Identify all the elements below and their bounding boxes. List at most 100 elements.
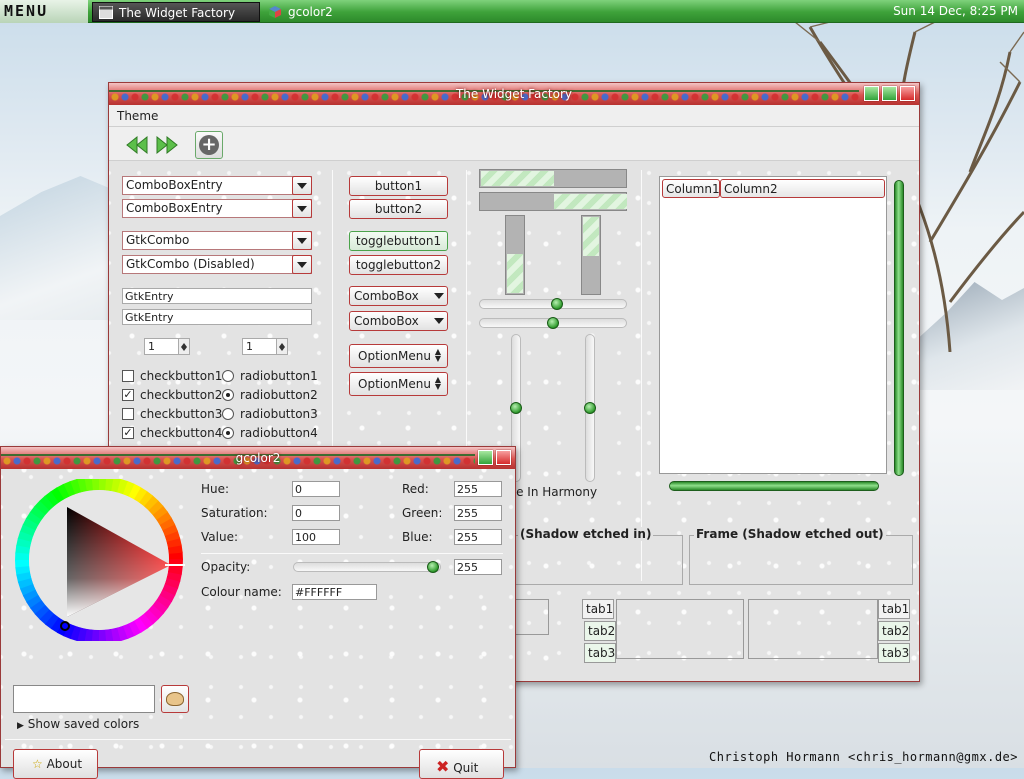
comboboxentry-2[interactable]: ComboBoxEntry (122, 199, 312, 218)
optionmenu-1[interactable]: OptionMenu ▲ ▼ (349, 344, 448, 368)
close-button[interactable] (900, 86, 915, 101)
minimize-button[interactable] (478, 450, 493, 465)
chevron-down-icon[interactable] (292, 176, 312, 195)
togglebutton2[interactable]: togglebutton2 (349, 255, 448, 275)
vscale-2[interactable] (584, 334, 596, 482)
check-label: checkbutton3 (140, 407, 223, 421)
close-button[interactable] (496, 450, 511, 465)
notebook-3-tab1[interactable]: tab1 (878, 599, 910, 619)
add-button[interactable]: + (195, 131, 223, 159)
checkbutton-3[interactable]: checkbutton3 (122, 407, 222, 423)
opacity-slider[interactable] (293, 561, 441, 573)
slider-knob[interactable] (584, 402, 596, 414)
notebook-3-tab2[interactable]: tab2 (878, 621, 910, 641)
column-header-1[interactable]: Column1 (662, 179, 720, 198)
quit-button[interactable]: ✖ Quit (419, 749, 504, 779)
notebook-2-tab1[interactable]: tab1 (582, 599, 614, 619)
notebook-2-tab3[interactable]: tab3 (584, 643, 616, 663)
blue-spin[interactable]: 255 (454, 529, 502, 545)
togglebutton1[interactable]: togglebutton1 (349, 231, 448, 251)
column-header-2[interactable]: Column2 (720, 179, 885, 198)
hue-segment[interactable] (98, 479, 107, 491)
button1[interactable]: button1 (349, 176, 448, 196)
radiobutton-1[interactable]: radiobutton1 (222, 369, 318, 385)
back-icon[interactable] (125, 135, 149, 155)
hue-value: 0 (295, 483, 302, 496)
widget-factory-titlebar[interactable]: The Widget Factory (109, 83, 919, 105)
panel-menu-button[interactable]: MENU (0, 0, 88, 23)
combobox-text: ComboBox (354, 314, 419, 328)
green-spin[interactable]: 255 (454, 505, 502, 521)
saturation-label: Saturation: (201, 506, 268, 520)
checkbutton-4[interactable]: ✓ checkbutton4 (122, 426, 222, 442)
taskbar-item-gcolor2[interactable]: gcolor2 (262, 2, 430, 22)
gcolor2-window: gcolor2 Hue: 0 Saturation: 0 Value: 100 … (0, 446, 516, 779)
checkbutton-2[interactable]: ✓ checkbutton2 (122, 388, 222, 404)
frame-shadow-etched-out: Frame (Shadow etched out) (689, 527, 913, 585)
horizontal-scrollbar[interactable] (669, 481, 879, 491)
frame-label: Frame (Shadow etched out) (694, 527, 886, 541)
color-wheel[interactable] (13, 479, 185, 641)
gcolor2-titlebar[interactable]: gcolor2 (1, 447, 515, 469)
radiobutton-4[interactable]: radiobutton4 (222, 426, 318, 442)
chevron-down-icon[interactable] (292, 199, 312, 218)
gtkcombo-disabled[interactable]: GtkCombo (Disabled) (122, 255, 312, 274)
green-value: 255 (457, 507, 478, 520)
hscale-2[interactable] (479, 317, 627, 329)
show-saved-colors-expander[interactable]: ▶ Show saved colors (17, 717, 139, 731)
forward-icon[interactable] (155, 135, 179, 155)
slider-knob[interactable] (551, 298, 564, 310)
hue-segment[interactable] (91, 629, 100, 641)
slider-knob[interactable] (547, 317, 559, 329)
gtkentry-2[interactable]: GtkEntry (122, 309, 312, 325)
saturation-spin[interactable]: 0 (292, 505, 340, 521)
red-value: 255 (457, 483, 478, 496)
panel-clock[interactable]: Sun 14 Dec, 8:25 PM (893, 4, 1018, 18)
radiobutton-3[interactable]: radiobutton3 (222, 407, 318, 423)
optionmenu-2[interactable]: OptionMenu ▲ ▼ (349, 372, 448, 396)
red-spin[interactable]: 255 (454, 481, 502, 497)
combobox-1[interactable]: ComboBox (349, 286, 448, 306)
notebook-3-tab3[interactable]: tab3 (878, 643, 910, 663)
combo-text: ComboBoxEntry (126, 201, 223, 215)
progressbar-vertical-2 (581, 215, 601, 295)
taskbar-item-widget-factory[interactable]: The Widget Factory (92, 2, 260, 22)
gtkcombo[interactable]: GtkCombo (122, 231, 312, 250)
treeview[interactable]: Column1 Column2 (659, 176, 887, 474)
notebook-2-tab2[interactable]: tab2 (584, 621, 616, 641)
hue-segment[interactable] (168, 559, 183, 568)
radio-selected-icon (222, 427, 234, 439)
color-picker-button[interactable] (161, 685, 189, 713)
hue-segment[interactable] (15, 552, 30, 561)
chevron-down-icon[interactable] (292, 231, 312, 250)
vertical-scrollbar[interactable] (894, 180, 904, 476)
gtkentry-1[interactable]: GtkEntry (122, 288, 312, 304)
value-spin[interactable]: 100 (292, 529, 340, 545)
chevron-down-icon[interactable] (292, 255, 312, 274)
comboboxentry-1[interactable]: ComboBoxEntry (122, 176, 312, 195)
colour-name-entry[interactable]: #FFFFFF (292, 584, 377, 600)
taskbar-item-label: The Widget Factory (119, 6, 236, 20)
radiobutton-2[interactable]: radiobutton2 (222, 388, 318, 404)
colour-name-value: #FFFFFF (295, 586, 343, 599)
slider-knob[interactable] (427, 561, 439, 573)
opacity-entry[interactable]: 255 (454, 559, 502, 575)
optionmenu-text: OptionMenu (358, 349, 431, 363)
hscale-1[interactable] (479, 298, 627, 310)
hue-spin[interactable]: 0 (292, 481, 340, 497)
spinbutton-2[interactable]: 1 (242, 338, 288, 355)
combobox-2[interactable]: ComboBox (349, 311, 448, 331)
minimize-button[interactable] (864, 86, 879, 101)
menu-theme[interactable]: Theme (117, 109, 158, 123)
window-icon (99, 6, 113, 19)
spin-arrows-icon[interactable] (276, 339, 287, 354)
check-label: checkbutton2 (140, 388, 223, 402)
checkbutton-1[interactable]: checkbutton1 (122, 369, 222, 385)
about-button[interactable]: ☆ About (13, 749, 98, 779)
spin-arrows-icon[interactable] (178, 339, 189, 354)
radio-label: radiobutton3 (240, 407, 318, 421)
slider-knob[interactable] (510, 402, 522, 414)
spinbutton-1[interactable]: 1 (144, 338, 190, 355)
maximize-button[interactable] (882, 86, 897, 101)
button2[interactable]: button2 (349, 199, 448, 219)
